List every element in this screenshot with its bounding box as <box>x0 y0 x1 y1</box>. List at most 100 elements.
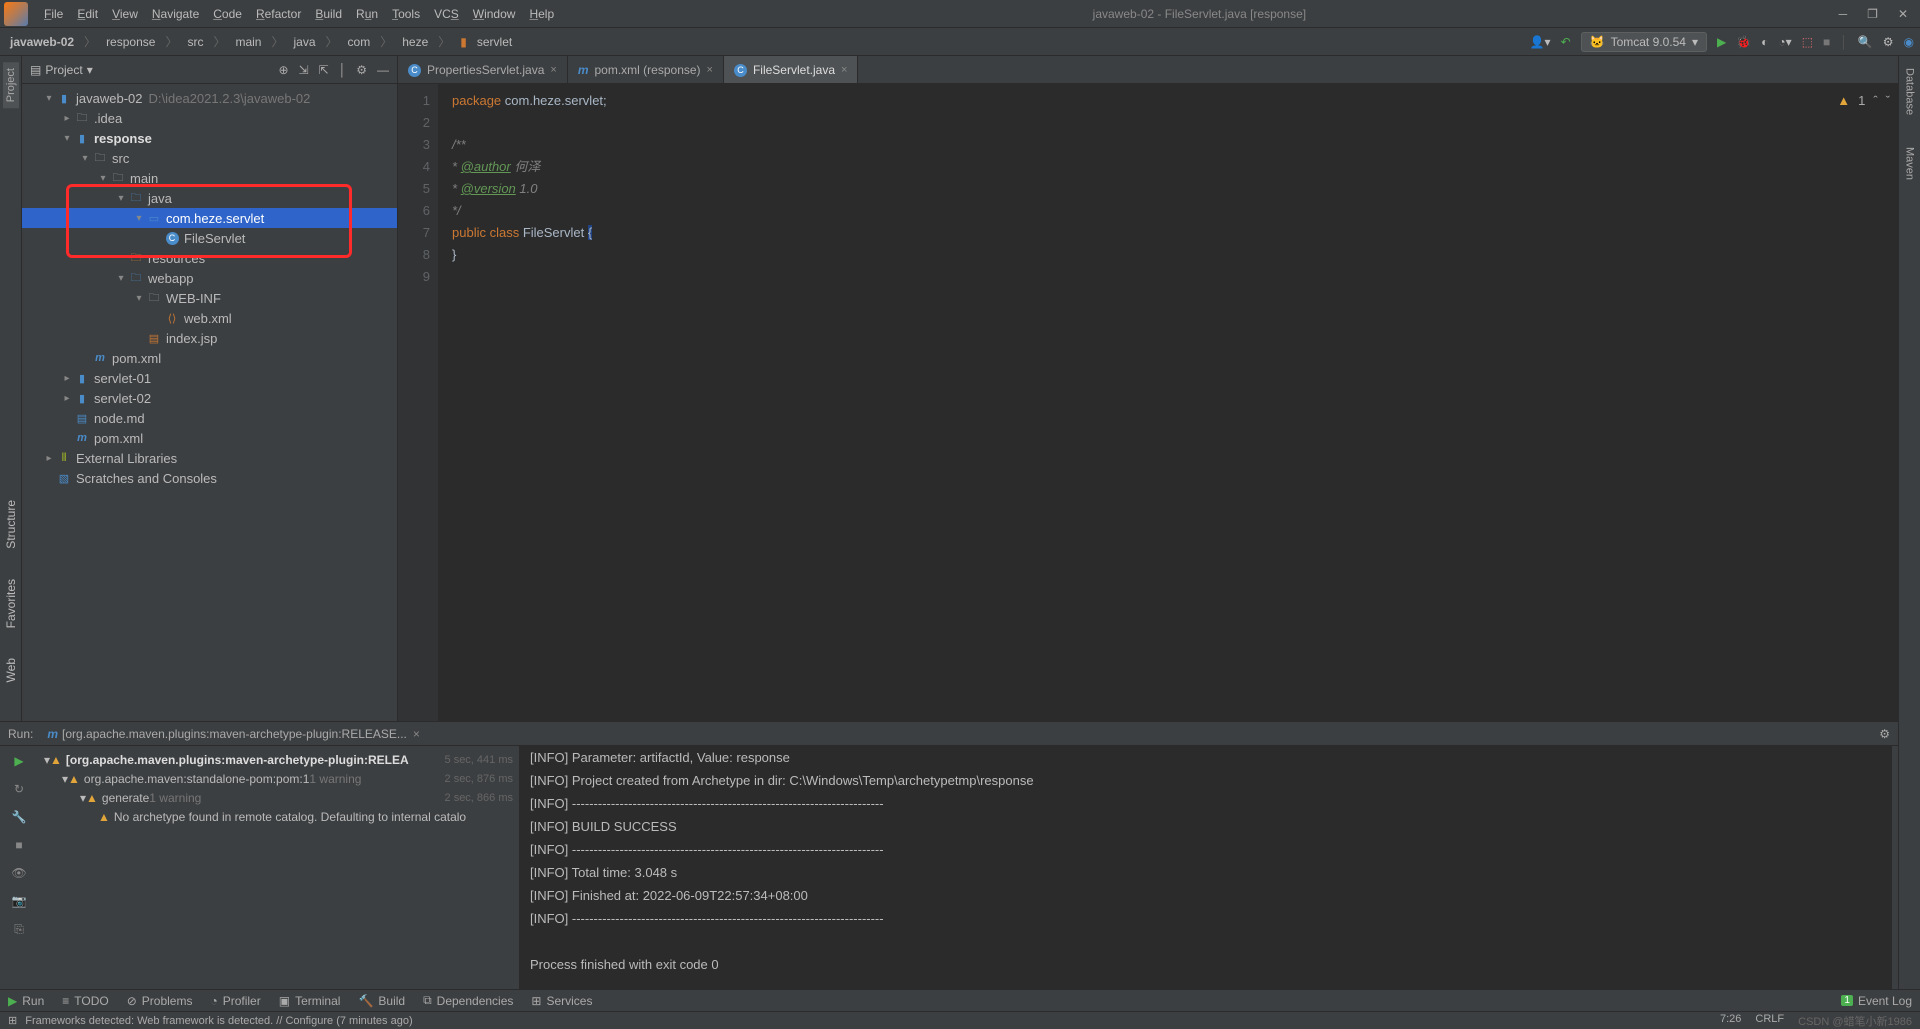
tab-eventlog[interactable]: 1Event Log <box>1841 994 1912 1008</box>
close-tab-icon[interactable]: × <box>550 64 556 76</box>
tab-maven[interactable]: Maven <box>1902 141 1918 186</box>
next-icon[interactable]: ˇ <box>1886 90 1890 112</box>
menu-view[interactable]: View <box>106 3 144 25</box>
chevron-down-icon[interactable]: ▾ <box>87 63 93 77</box>
crumb[interactable]: com <box>344 33 375 51</box>
run-tree-row[interactable]: ▾ ▲[org.apache.maven.plugins:maven-arche… <box>38 750 519 769</box>
tree-row[interactable]: ▸▮servlet-02 <box>22 388 397 408</box>
run-tree-row[interactable]: ▾ ▲generate 1 warning2 sec, 866 ms <box>38 788 519 807</box>
locate-icon[interactable]: ⊕ <box>279 63 289 77</box>
view-icon[interactable]: 👁 <box>11 866 26 880</box>
wrench-icon[interactable]: 🔧 <box>12 810 27 824</box>
project-tree[interactable]: ▾▮javaweb-02D:\idea2021.2.3\javaweb-02▸🗀… <box>22 84 397 721</box>
run-tree-row[interactable]: ▲No archetype found in remote catalog. D… <box>38 807 519 826</box>
tab-services[interactable]: ⊞Services <box>531 994 592 1008</box>
tree-row[interactable]: ▸🗀.idea <box>22 108 397 128</box>
close-tab-icon[interactable]: × <box>413 727 420 741</box>
run-tree-row[interactable]: ▾ ▲org.apache.maven:standalone-pom:pom:1… <box>38 769 519 788</box>
tab-run[interactable]: ▶Run <box>8 994 44 1008</box>
menu-help[interactable]: Help <box>523 3 560 25</box>
crumb[interactable]: main <box>231 33 265 51</box>
code-area[interactable]: ▲ 1 ˆ ˇ package com.heze.servlet; /** * … <box>438 84 1920 721</box>
menu-window[interactable]: Window <box>467 3 522 25</box>
crumb[interactable]: src <box>183 33 207 51</box>
attach-icon[interactable]: ⬚ <box>1802 35 1813 49</box>
restart-icon[interactable]: ↻ <box>14 782 24 796</box>
tab-favorites[interactable]: Favorites <box>4 579 18 628</box>
tree-row[interactable]: ▾🗀WEB-INF <box>22 288 397 308</box>
editor-tab[interactable]: mpom.xml (response)× <box>568 56 724 83</box>
expand-arrow-icon[interactable]: ▾ <box>42 93 56 104</box>
line-number[interactable]: 2 <box>398 112 430 134</box>
crumb[interactable]: heze <box>398 33 432 51</box>
tree-row[interactable]: mpom.xml <box>22 428 397 448</box>
tab-terminal[interactable]: ▣Terminal <box>279 994 341 1008</box>
user-icon[interactable]: 👤▾ <box>1530 35 1551 49</box>
close-tab-icon[interactable]: × <box>841 64 847 76</box>
tab-profiler[interactable]: ◔Profiler <box>210 994 260 1008</box>
stop-icon[interactable]: ■ <box>1823 35 1830 49</box>
tree-row[interactable]: mpom.xml <box>22 348 397 368</box>
status-message[interactable]: Frameworks detected: Web framework is de… <box>25 1015 412 1027</box>
tree-row[interactable]: ▸▮servlet-01 <box>22 368 397 388</box>
expand-arrow-icon[interactable]: ▾ <box>60 133 74 144</box>
expand-arrow-icon[interactable]: ▾ <box>132 213 146 224</box>
crumb[interactable]: response <box>102 33 159 51</box>
tree-row[interactable]: ⟨⟩web.xml <box>22 308 397 328</box>
menu-run[interactable]: Run <box>350 3 384 25</box>
tree-row[interactable]: ▾▮response <box>22 128 397 148</box>
editor-tab[interactable]: CPropertiesServlet.java× <box>398 56 568 83</box>
expand-arrow-icon[interactable]: ▾ <box>132 293 146 304</box>
gear-icon[interactable]: ⚙ <box>1879 727 1890 741</box>
expand-arrow-icon[interactable]: ▸ <box>60 393 74 404</box>
menu-vcs[interactable]: VCS <box>428 3 465 25</box>
menu-code[interactable]: Code <box>207 3 248 25</box>
expand-arrow-icon[interactable]: ▸ <box>60 113 74 124</box>
minimize-icon[interactable]: ─ <box>1839 7 1848 21</box>
tab-build[interactable]: 🔨Build <box>358 994 405 1008</box>
expand-arrow-icon[interactable]: ▸ <box>60 373 74 384</box>
hide-icon[interactable]: — <box>377 63 389 77</box>
expand-arrow-icon[interactable]: ▾ <box>96 173 110 184</box>
camera-icon[interactable]: 📷 <box>12 894 27 908</box>
line-number[interactable]: 6 <box>398 200 430 222</box>
gear-icon[interactable]: ⚙ <box>356 63 367 77</box>
line-number[interactable]: 7 <box>398 222 430 244</box>
tree-row[interactable]: ▾🗀src <box>22 148 397 168</box>
stop-icon[interactable]: ■ <box>15 838 22 852</box>
menu-edit[interactable]: Edit <box>71 3 104 25</box>
tab-dependencies[interactable]: ⧉Dependencies <box>423 993 513 1008</box>
expand-icon[interactable]: ⇲ <box>299 63 309 77</box>
prev-icon[interactable]: ˆ <box>1873 90 1877 112</box>
undo-build-icon[interactable]: ↶ <box>1561 35 1571 49</box>
tree-row[interactable]: ▾🗀java <box>22 188 397 208</box>
tree-row[interactable]: ▤node.md <box>22 408 397 428</box>
tree-row[interactable]: ▾🗀webapp <box>22 268 397 288</box>
debug-icon[interactable]: 🐞 <box>1736 35 1751 49</box>
rerun-icon[interactable]: ▶ <box>14 754 23 768</box>
menu-refactor[interactable]: Refactor <box>250 3 307 25</box>
close-icon[interactable]: ✕ <box>1898 7 1908 21</box>
expand-arrow-icon[interactable]: ▸ <box>42 453 56 464</box>
maximize-icon[interactable]: ❐ <box>1867 7 1878 21</box>
collapse-icon[interactable]: ⇱ <box>319 63 329 77</box>
play-icon[interactable]: ▶ <box>1717 35 1726 49</box>
tree-row[interactable]: ▾▭com.heze.servlet <box>22 208 397 228</box>
line-number[interactable]: 5 <box>398 178 430 200</box>
run-config-selector[interactable]: 🐱 Tomcat 9.0.54 ▾ <box>1581 32 1707 52</box>
crumb[interactable]: servlet <box>473 33 516 51</box>
tab-web[interactable]: Web <box>4 658 18 682</box>
exit-icon[interactable]: ⎘ <box>14 922 24 937</box>
tree-row[interactable]: ▸⫴External Libraries <box>22 448 397 468</box>
cursor-position[interactable]: 7:26 <box>1720 1013 1741 1029</box>
coverage-icon[interactable]: ◐ <box>1761 35 1768 49</box>
menu-build[interactable]: Build <box>309 3 348 25</box>
close-tab-icon[interactable]: × <box>707 64 713 76</box>
run-console[interactable]: [INFO] Parameter: artifactId, Value: res… <box>520 746 1892 989</box>
expand-arrow-icon[interactable]: ▾ <box>78 153 92 164</box>
tab-todo[interactable]: ≡TODO <box>62 994 108 1008</box>
tree-row[interactable]: ▾🗀main <box>22 168 397 188</box>
warning-icon[interactable]: ▲ <box>1837 90 1850 112</box>
tree-row[interactable]: ▤index.jsp <box>22 328 397 348</box>
profile-icon[interactable]: ◔▾ <box>1778 35 1791 49</box>
